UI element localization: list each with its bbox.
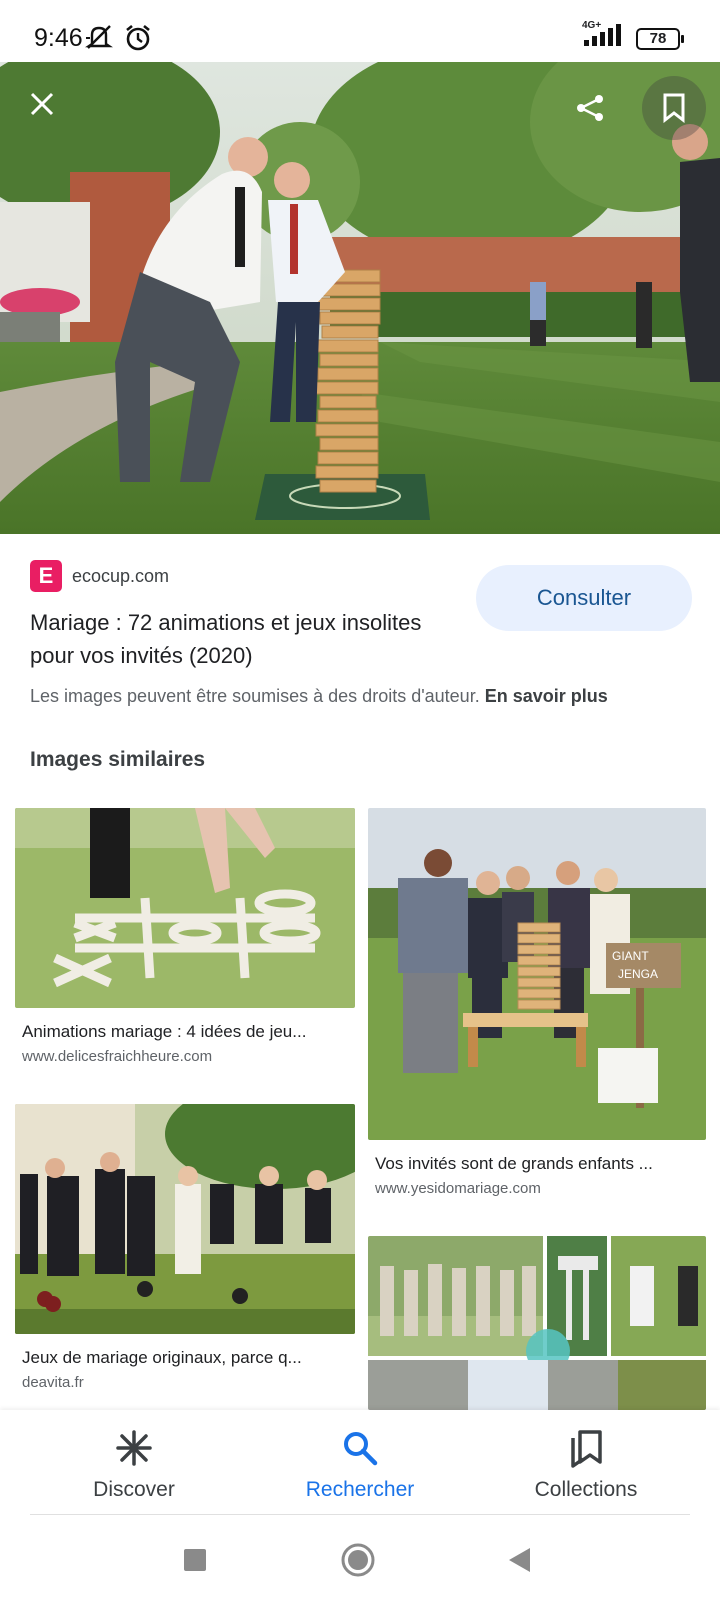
battery-indicator: 78: [636, 27, 684, 50]
nav-label: Collections: [534, 1478, 638, 1501]
similar-image-card[interactable]: [368, 1236, 706, 1410]
hero-photo: [0, 62, 720, 534]
similar-image-card[interactable]: Animations mariage : 4 idées de jeu... w…: [15, 808, 355, 1078]
bottom-navigation: Discover Rechercher Collections: [0, 1410, 720, 1518]
card-image: [15, 1104, 355, 1334]
card-image: [368, 1236, 706, 1410]
nav-divider: [30, 1514, 690, 1515]
source-favicon: E: [30, 560, 62, 592]
card-title: Animations mariage : 4 idées de jeu...: [22, 1022, 307, 1041]
card-image: GIANT JENGA: [368, 808, 706, 1140]
card-domain: www.yesidomariage.com: [375, 1180, 541, 1197]
source-domain[interactable]: ecocup.com: [72, 566, 169, 587]
similar-image-card[interactable]: GIANT JENGA Vos invités sont de grands e…: [368, 808, 706, 1203]
status-icons: [84, 24, 152, 57]
network-label: 4G+: [582, 20, 602, 31]
card-domain: www.delicesfraichheure.com: [22, 1048, 213, 1065]
similar-images-heading: Images similaires: [30, 748, 206, 771]
status-bar: 9:46 4G+ 78: [0, 0, 720, 70]
bookmark-icon: [662, 93, 686, 123]
copyright-notice: Les images peuvent être soumises à des d…: [30, 686, 608, 707]
learn-more-link[interactable]: En savoir plus: [485, 686, 608, 706]
copyright-text: Les images peuvent être soumises à des d…: [30, 686, 480, 706]
back-button[interactable]: [497, 1540, 541, 1584]
source-row[interactable]: E ecocup.com: [30, 560, 169, 592]
circle-icon: [340, 1542, 376, 1583]
card-title: Vos invités sont de grands enfants ...: [375, 1154, 653, 1173]
status-right: 4G+ 78: [580, 20, 684, 53]
nav-search[interactable]: Rechercher: [270, 1428, 450, 1502]
nav-label: Rechercher: [305, 1478, 415, 1501]
recent-apps-button[interactable]: [173, 1540, 217, 1584]
card-title: Jeux de mariage originaux, parce q...: [22, 1348, 302, 1367]
hero-image[interactable]: [0, 62, 720, 534]
home-button[interactable]: [336, 1540, 380, 1584]
status-time: 9:46: [34, 24, 83, 52]
asterisk-icon: [115, 1429, 153, 1472]
mute-icon: [84, 24, 114, 57]
sign-text-giant: GIANT: [612, 949, 649, 963]
nav-collections[interactable]: Collections: [496, 1428, 676, 1502]
bookmark-button[interactable]: [642, 76, 706, 140]
square-icon: [183, 1548, 207, 1577]
signal-icon: 4G+: [580, 20, 626, 53]
collections-icon: [568, 1428, 604, 1473]
system-navigation: [0, 1518, 720, 1600]
card-image: [15, 808, 355, 1008]
close-button[interactable]: [22, 84, 62, 124]
search-icon: [342, 1430, 378, 1471]
similar-image-card[interactable]: Jeux de mariage originaux, parce q... de…: [15, 1104, 355, 1394]
visit-button[interactable]: Consulter: [476, 565, 692, 631]
result-title[interactable]: Mariage : 72 animations et jeux insolite…: [30, 606, 450, 672]
sign-text-jenga: JENGA: [618, 967, 658, 981]
card-domain: deavita.fr: [22, 1374, 84, 1391]
alarm-icon: [124, 24, 152, 57]
share-button[interactable]: [570, 88, 610, 128]
share-icon: [575, 93, 605, 123]
nav-label: Discover: [93, 1478, 175, 1501]
back-triangle-icon: [506, 1546, 532, 1579]
nav-discover[interactable]: Discover: [44, 1428, 224, 1502]
close-icon: [29, 91, 55, 117]
